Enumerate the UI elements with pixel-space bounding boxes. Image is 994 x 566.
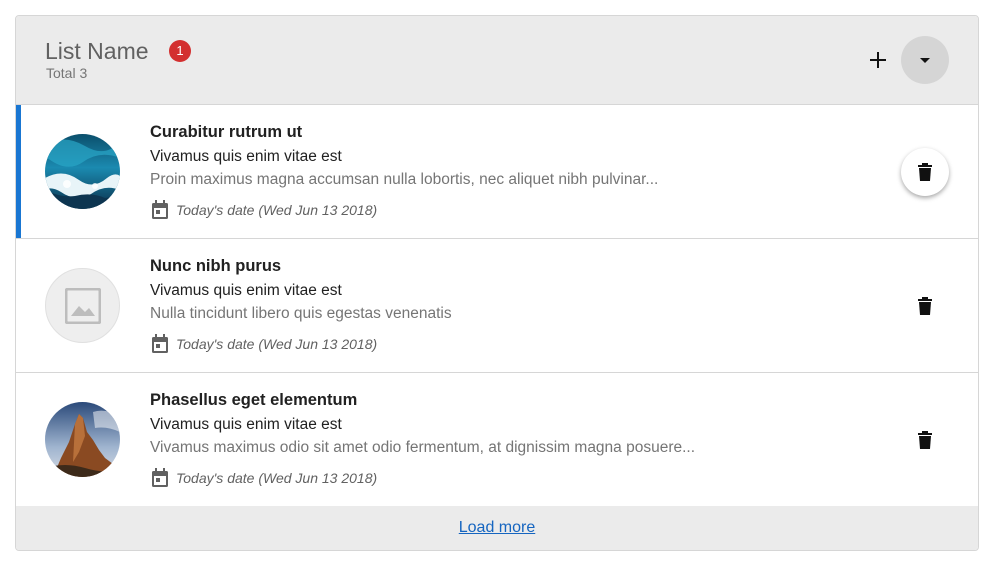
- list-item[interactable]: Phasellus eget elementum Vivamus quis en…: [16, 373, 978, 507]
- item-title: Curabitur rutrum ut: [150, 123, 303, 141]
- item-subtitle: Vivamus quis enim vitae est: [150, 148, 342, 165]
- item-subtitle: Vivamus quis enim vitae est: [150, 416, 342, 433]
- trash-icon: [918, 431, 932, 449]
- delete-button[interactable]: [901, 282, 949, 330]
- collapse-toggle-button[interactable]: [901, 36, 949, 84]
- item-date-row: Today's date (Wed Jun 13 2018): [150, 468, 377, 488]
- item-description: Vivamus maximus odio sit amet odio ferme…: [150, 439, 696, 456]
- delete-button[interactable]: [901, 416, 949, 464]
- avatar: [45, 134, 120, 209]
- caret-down-icon: [920, 58, 930, 63]
- list-item[interactable]: Curabitur rutrum ut Vivamus quis enim vi…: [16, 105, 978, 239]
- item-title: Phasellus eget elementum: [150, 391, 358, 409]
- trash-icon: [918, 297, 932, 315]
- list-footer: Load more: [16, 506, 978, 550]
- delete-button[interactable]: [901, 148, 949, 196]
- list-title: List Name: [45, 38, 149, 64]
- item-date: Today's date (Wed Jun 13 2018): [176, 470, 378, 486]
- list-header: List Name 1 Total 3: [16, 16, 978, 105]
- item-date-row: Today's date (Wed Jun 13 2018): [150, 334, 377, 354]
- calendar-icon: [150, 334, 170, 354]
- calendar-icon: [150, 468, 170, 488]
- item-description: Nulla tincidunt libero quis egestas vene…: [150, 305, 452, 322]
- plus-icon: [870, 52, 886, 68]
- item-title: Nunc nibh purus: [150, 257, 282, 275]
- avatar: [45, 268, 120, 343]
- item-date: Today's date (Wed Jun 13 2018): [176, 202, 378, 218]
- item-date-row: Today's date (Wed Jun 13 2018): [150, 200, 377, 220]
- list-card: List Name 1 Total 3 Curabitur rutrum ut …: [15, 15, 979, 551]
- count-badge: 1: [169, 40, 191, 62]
- item-description: Proin maximus magna accumsan nulla lobor…: [150, 171, 659, 188]
- calendar-icon: [150, 200, 170, 220]
- list-subtitle: Total 3: [46, 65, 88, 81]
- ocean-wave-image: [45, 134, 120, 209]
- trash-icon: [918, 163, 932, 181]
- image-placeholder-icon: [64, 287, 101, 324]
- load-more-link[interactable]: Load more: [459, 519, 536, 537]
- add-button[interactable]: [864, 46, 892, 74]
- rock-mountain-image: [45, 402, 120, 477]
- item-subtitle: Vivamus quis enim vitae est: [150, 282, 342, 299]
- list-item[interactable]: Nunc nibh purus Vivamus quis enim vitae …: [16, 239, 978, 373]
- avatar: [45, 402, 120, 477]
- item-date: Today's date (Wed Jun 13 2018): [176, 336, 378, 352]
